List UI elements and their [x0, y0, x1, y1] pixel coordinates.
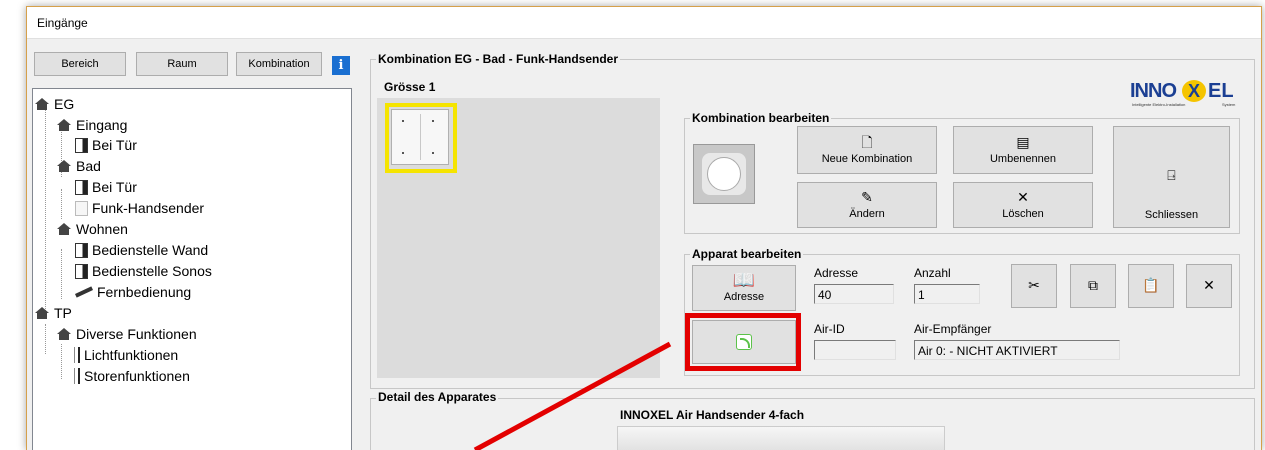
house-icon — [57, 119, 72, 131]
kombination-button[interactable]: Kombination — [236, 52, 322, 76]
adresse-field[interactable]: 40 — [814, 284, 894, 304]
tree-item[interactable]: Wohnen — [57, 219, 128, 239]
air-empfaenger-field[interactable]: Air 0: - NICHT AKTIVIERT — [914, 340, 1120, 360]
anzahl-label: Anzahl — [914, 266, 951, 280]
info-icon[interactable]: i — [332, 56, 350, 75]
house-icon — [57, 223, 72, 235]
paste-icon: 📋 — [1142, 278, 1160, 294]
tree-item[interactable]: Bedienstelle Wand — [75, 240, 208, 260]
detail-title: Detail des Apparates — [376, 390, 499, 404]
new-document-icon: 🗋 — [861, 134, 873, 151]
house-icon — [35, 98, 50, 110]
device-photo — [617, 426, 945, 450]
annotation-highlight-box — [685, 313, 801, 371]
kombination-bearbeiten-title: Kombination bearbeiten — [690, 111, 832, 125]
delete-icon: ✕ — [1017, 189, 1029, 206]
close-icon: ✕ — [1203, 278, 1215, 294]
room-tree[interactable]: EG Eingang Bei Tür Bad Bei Tür Funk-Hand… — [32, 88, 352, 450]
tree-item[interactable]: Bei Tür — [75, 135, 137, 155]
innoxel-logo: INNO X EL Intelligente Elektro-Installat… — [1130, 80, 1236, 107]
switch-icon — [75, 179, 88, 195]
copy-icon: ⧉ — [1088, 278, 1098, 294]
air-id-label: Air-ID — [814, 322, 845, 336]
loeschen-button[interactable]: ✕ Löschen — [953, 182, 1093, 228]
copy-button[interactable]: ⧉ — [1070, 264, 1116, 308]
delete-device-button[interactable]: ✕ — [1186, 264, 1232, 308]
edit-icon: ✎ — [861, 189, 873, 206]
tree-item[interactable]: Lichtfunktionen — [75, 345, 178, 365]
switch-icon — [75, 263, 88, 279]
adresse-label: Adresse — [814, 266, 859, 280]
switch-icon — [75, 242, 88, 258]
cut-button[interactable]: ✂ — [1011, 264, 1057, 308]
tree-item[interactable]: Bedienstelle Sonos — [75, 261, 212, 281]
device-thumbnail[interactable] — [391, 109, 449, 165]
tree-item[interactable]: Bad — [57, 156, 101, 176]
kombination-title: Kombination EG - Bad - Funk-Handsender — [376, 52, 621, 66]
schliessen-button[interactable]: ⍈ Schliessen — [1113, 126, 1230, 228]
combination-preview — [693, 144, 755, 204]
remote-icon — [74, 286, 94, 298]
tree-item[interactable]: TP — [35, 303, 72, 323]
title-bar: Eingänge — [27, 7, 1261, 39]
tree-item[interactable]: Fernbedienung — [74, 282, 191, 302]
exit-door-icon: ⍈ — [1167, 168, 1176, 184]
notepad-icon: ▤ — [1016, 134, 1030, 151]
scissors-icon: ✂ — [1028, 278, 1040, 294]
groesse-label: Grösse 1 — [384, 80, 436, 94]
tree-item[interactable]: EG — [35, 94, 74, 114]
house-icon — [57, 160, 72, 172]
address-book-icon: 📖 — [732, 269, 756, 291]
tree-item[interactable]: Diverse Funktionen — [57, 324, 197, 344]
handsender-icon — [75, 200, 88, 216]
window-title: Eingänge — [37, 16, 88, 30]
umbenennen-button[interactable]: ▤ Umbenennen — [953, 126, 1093, 174]
air-id-field[interactable] — [814, 340, 896, 360]
tree-item-selected[interactable]: Funk-Handsender — [75, 198, 204, 218]
house-icon — [35, 307, 50, 319]
house-icon — [57, 328, 72, 340]
tree-item[interactable]: Eingang — [57, 115, 127, 135]
tree-item[interactable]: Bei Tür — [75, 177, 137, 197]
adresse-button[interactable]: 📖 Adresse — [692, 265, 796, 311]
switch-icon — [75, 137, 88, 153]
apparat-bearbeiten-title: Apparat bearbeiten — [690, 247, 804, 261]
device-name: INNOXEL Air Handsender 4-fach — [620, 408, 805, 422]
neue-kombination-button[interactable]: 🗋 Neue Kombination — [797, 126, 937, 174]
function-icon — [75, 368, 80, 384]
paste-button[interactable]: 📋 — [1128, 264, 1174, 308]
bereich-button[interactable]: Bereich — [34, 52, 126, 76]
air-empfaenger-label: Air-Empfänger — [914, 322, 992, 336]
raum-button[interactable]: Raum — [136, 52, 228, 76]
aendern-button[interactable]: ✎ Ändern — [797, 182, 937, 228]
tree-item[interactable]: Storenfunktionen — [75, 366, 190, 386]
anzahl-field[interactable]: 1 — [914, 284, 980, 304]
function-icon — [75, 347, 80, 363]
